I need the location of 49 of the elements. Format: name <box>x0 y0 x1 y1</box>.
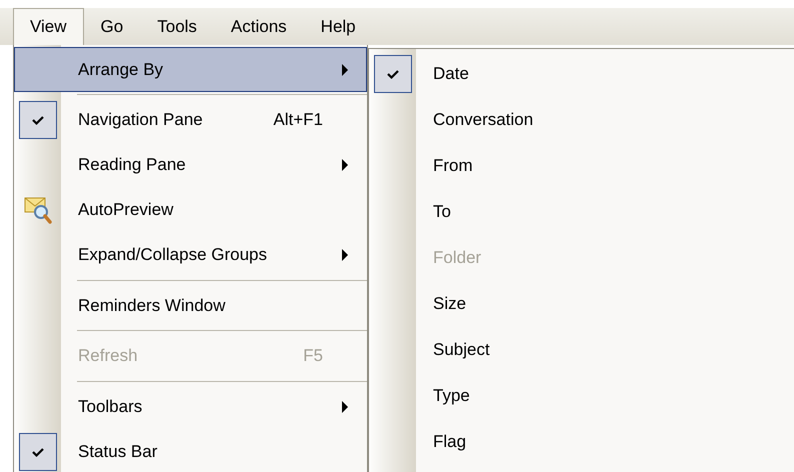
menu-item[interactable]: To <box>370 189 794 235</box>
menu-item-label: Refresh <box>77 345 139 368</box>
menu-item[interactable]: Arrange By <box>14 47 367 92</box>
menu-item-label: Type <box>432 385 470 408</box>
submenu-arrow-icon <box>342 249 348 261</box>
menu-item-label: Arrange By <box>77 58 164 81</box>
menu-item-label: Size <box>432 293 466 316</box>
menu-item-label: Reading Pane <box>77 154 187 176</box>
menu-item[interactable]: Expand/Collapse Groups <box>14 232 367 278</box>
menu-item-label: Status Bar <box>77 440 158 463</box>
menu-item[interactable]: Subject <box>370 327 794 373</box>
menu-item[interactable]: Toolbars <box>14 384 367 429</box>
menu-item[interactable]: Flag <box>370 419 794 465</box>
shortcut-label: F5 <box>303 345 323 368</box>
menu-item[interactable]: Reading Pane <box>14 142 367 188</box>
menu-item-label: Subject <box>432 339 490 362</box>
menu-item[interactable]: AutoPreview <box>14 188 367 232</box>
menu-item-label: Folder <box>432 247 482 270</box>
checkmark-box[interactable] <box>374 55 412 93</box>
shortcut-label: Alt+F1 <box>273 109 323 132</box>
submenu-arrow-icon <box>342 159 348 171</box>
menu-item-label: Toolbars <box>77 396 144 418</box>
menu-item[interactable]: Conversation <box>370 97 794 143</box>
menu-item-label: Navigation Pane <box>77 109 204 132</box>
menu-item-label: From <box>432 155 473 178</box>
checkmark-box[interactable] <box>19 432 57 470</box>
menu-item[interactable]: Reminders Window <box>14 283 367 328</box>
menu-item-label: Expand/Collapse Groups <box>77 244 268 266</box>
menu-item[interactable]: From <box>370 143 794 189</box>
menu-item-label: Date <box>432 63 469 86</box>
menu-item-label: Conversation <box>432 109 534 132</box>
menu-bar-item[interactable]: Tools <box>140 8 214 45</box>
menu-item[interactable]: Date <box>370 51 794 97</box>
menu-item[interactable]: Type <box>370 373 794 419</box>
menu-item[interactable]: Size <box>370 281 794 327</box>
menu-bar-item[interactable]: View <box>13 8 84 45</box>
menu-item[interactable]: Status Bar <box>14 429 367 472</box>
menu-item[interactable]: Navigation Pane Alt+F1 <box>14 98 367 142</box>
submenu-arrow-icon <box>342 64 348 76</box>
menu-item-label: AutoPreview <box>77 199 174 222</box>
envelope-magnifier-icon <box>24 195 52 225</box>
menu-item-label: Reminders Window <box>77 294 226 317</box>
menu-item-label: To <box>432 201 451 224</box>
checkmark-box[interactable] <box>19 101 57 139</box>
menu-item-label: Flag <box>432 431 466 454</box>
menu-bar-item[interactable]: Actions <box>214 8 304 45</box>
menu-bar-item[interactable]: Help <box>304 8 373 45</box>
submenu-arrow-icon <box>342 400 348 412</box>
menu-bar-item[interactable]: Go <box>84 8 140 45</box>
